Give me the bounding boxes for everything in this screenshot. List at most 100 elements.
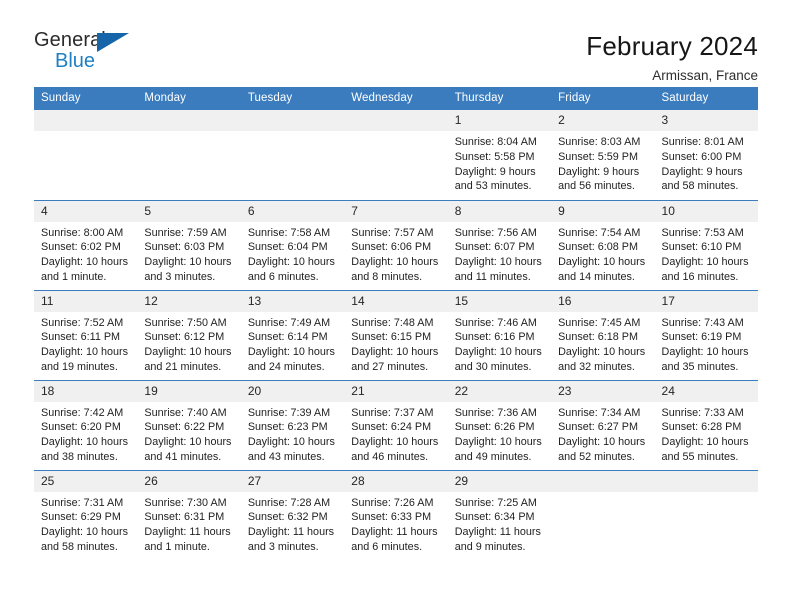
calendar-empty-cell	[551, 469, 655, 560]
day-details: Sunrise: 7:36 AM Sunset: 6:26 PM Daylight:…	[448, 402, 551, 465]
daylight-duration-line1: Daylight: 10 hours	[351, 346, 439, 359]
sunrise-time: Sunrise: 7:59 AM	[144, 226, 227, 239]
calendar-day-cell[interactable]: 12 Sunrise: 7:50 AM Sunset: 6:12 PM Dayligh…	[137, 289, 241, 380]
day-number: 5	[137, 200, 241, 222]
calendar-day-cell[interactable]: 19 Sunrise: 7:40 AM Sunset: 6:22 PM Dayligh…	[137, 379, 241, 470]
daylight-duration-line1: Daylight: 10 hours	[454, 436, 542, 449]
sunset-time: Sunset: 6:24 PM	[351, 421, 432, 434]
calendar-week-row: 18 Sunrise: 7:42 AM Sunset: 6:20 PM Dayligh…	[34, 379, 758, 470]
daylight-duration-line1: Daylight: 9 hours	[661, 165, 743, 178]
day-details: Sunrise: 8:00 AM Sunset: 6:02 PM Daylight:…	[34, 222, 137, 285]
calendar-day-cell[interactable]: 26 Sunrise: 7:30 AM Sunset: 6:31 PM Dayligh…	[137, 469, 241, 560]
calendar-header-row: Sunday Monday Tuesday Wednesday Thursday Frid…	[34, 87, 758, 110]
daylight-duration-line2: and 46 minutes.	[351, 450, 429, 463]
calendar-day-cell[interactable]: 18 Sunrise: 7:42 AM Sunset: 6:20 PM Dayligh…	[34, 379, 138, 470]
calendar-day-cell[interactable]: 14 Sunrise: 7:48 AM Sunset: 6:15 PM Dayligh…	[344, 289, 448, 380]
calendar-day-cell[interactable]: 20 Sunrise: 7:39 AM Sunset: 6:23 PM Dayligh…	[240, 379, 345, 470]
daylight-duration-line1: Daylight: 10 hours	[558, 256, 646, 269]
daylight-duration-line2: and 19 minutes.	[41, 360, 118, 373]
calendar-day-cell[interactable]: 7 Sunrise: 7:57 AM Sunset: 6:06 PM Daylight…	[344, 199, 448, 290]
title-block: February 2024 Armissan, France	[586, 30, 758, 83]
day-details: Sunrise: 7:48 AM Sunset: 6:15 PM Daylight:…	[344, 312, 447, 375]
daylight-duration-line2: and 6 minutes.	[247, 270, 319, 283]
daylight-duration-line1: Daylight: 10 hours	[351, 256, 439, 269]
calendar-day-cell[interactable]: 16 Sunrise: 7:45 AM Sunset: 6:18 PM Dayligh…	[551, 289, 655, 380]
calendar-day-cell[interactable]: 1 Sunrise: 8:04 AM Sunset: 5:58 PM Daylight…	[447, 110, 552, 200]
daylight-duration-line2: and 53 minutes.	[454, 180, 532, 193]
sunset-time: Sunset: 6:33 PM	[351, 511, 432, 524]
day-number	[551, 470, 655, 492]
sunrise-time: Sunrise: 8:00 AM	[41, 226, 124, 239]
day-number: 26	[137, 470, 241, 492]
day-details: Sunrise: 7:49 AM Sunset: 6:14 PM Daylight:…	[241, 312, 344, 375]
calendar-day-cell[interactable]: 3 Sunrise: 8:01 AM Sunset: 6:00 PM Daylight…	[654, 110, 758, 200]
calendar-day-cell[interactable]: 9 Sunrise: 7:54 AM Sunset: 6:08 PM Daylight…	[551, 199, 655, 290]
calendar-empty-cell	[344, 110, 448, 200]
calendar-day-cell[interactable]: 8 Sunrise: 7:56 AM Sunset: 6:07 PM Daylight…	[447, 199, 552, 290]
calendar-day-cell[interactable]: 6 Sunrise: 7:58 AM Sunset: 6:04 PM Daylight…	[240, 199, 345, 290]
day-details: Sunrise: 7:43 AM Sunset: 6:19 PM Daylight:…	[655, 312, 758, 375]
calendar-empty-cell	[240, 110, 345, 200]
daylight-duration-line1: Daylight: 10 hours	[454, 256, 542, 269]
sunrise-time: Sunrise: 7:36 AM	[454, 406, 537, 419]
sunset-time: Sunset: 6:19 PM	[661, 331, 742, 344]
daylight-duration-line2: and 49 minutes.	[454, 450, 532, 463]
daylight-duration-line2: and 9 minutes.	[454, 540, 526, 553]
calendar-column-header-saturday: Saturday	[654, 87, 758, 110]
day-details: Sunrise: 8:01 AM Sunset: 6:00 PM Daylight:…	[655, 131, 758, 194]
daylight-duration-line1: Daylight: 11 hours	[351, 526, 438, 539]
sunset-time: Sunset: 6:23 PM	[247, 421, 328, 434]
calendar-day-cell[interactable]: 15 Sunrise: 7:46 AM Sunset: 6:16 PM Dayligh…	[447, 289, 552, 380]
sunset-time: Sunset: 6:12 PM	[144, 331, 225, 344]
daylight-duration-line1: Daylight: 10 hours	[661, 346, 749, 359]
calendar-day-cell[interactable]: 24 Sunrise: 7:33 AM Sunset: 6:28 PM Dayligh…	[654, 379, 758, 470]
sunrise-time: Sunrise: 7:48 AM	[351, 316, 434, 329]
calendar-day-cell[interactable]: 21 Sunrise: 7:37 AM Sunset: 6:24 PM Dayligh…	[344, 379, 448, 470]
sunset-time: Sunset: 6:18 PM	[558, 331, 638, 344]
daylight-duration-line1: Daylight: 10 hours	[558, 436, 646, 449]
sunrise-time: Sunrise: 7:56 AM	[454, 226, 537, 239]
daylight-duration-line1: Daylight: 10 hours	[41, 526, 129, 539]
day-details: Sunrise: 7:46 AM Sunset: 6:16 PM Daylight:…	[448, 312, 551, 375]
daylight-duration-line2: and 58 minutes.	[41, 540, 118, 553]
calendar-empty-cell	[137, 110, 241, 200]
calendar-day-cell[interactable]: 29 Sunrise: 7:25 AM Sunset: 6:34 PM Dayligh…	[447, 469, 552, 560]
day-number: 14	[344, 290, 448, 312]
day-number	[240, 110, 345, 131]
sunrise-time: Sunrise: 7:50 AM	[144, 316, 227, 329]
calendar-day-cell[interactable]: 23 Sunrise: 7:34 AM Sunset: 6:27 PM Dayligh…	[551, 379, 655, 470]
calendar-day-cell[interactable]: 28 Sunrise: 7:26 AM Sunset: 6:33 PM Dayligh…	[344, 469, 448, 560]
calendar-day-cell[interactable]: 11 Sunrise: 7:52 AM Sunset: 6:11 PM Dayligh…	[34, 289, 138, 380]
sunset-time: Sunset: 6:00 PM	[661, 150, 742, 163]
calendar-day-cell[interactable]: 22 Sunrise: 7:36 AM Sunset: 6:26 PM Dayligh…	[447, 379, 552, 470]
daylight-duration-line1: Daylight: 10 hours	[558, 346, 646, 359]
day-number: 21	[344, 380, 448, 402]
calendar-day-cell[interactable]: 4 Sunrise: 8:00 AM Sunset: 6:02 PM Daylight…	[34, 199, 138, 290]
sunset-time: Sunset: 6:20 PM	[41, 421, 121, 434]
calendar-day-cell[interactable]: 2 Sunrise: 8:03 AM Sunset: 5:59 PM Daylight…	[551, 110, 655, 200]
day-number: 1	[447, 110, 552, 131]
calendar-day-cell[interactable]: 5 Sunrise: 7:59 AM Sunset: 6:03 PM Daylight…	[137, 199, 241, 290]
sunset-time: Sunset: 6:34 PM	[454, 511, 535, 524]
sunrise-time: Sunrise: 7:30 AM	[144, 496, 227, 509]
general-blue-logo[interactable]: General Blue	[34, 30, 139, 74]
daylight-duration-line2: and 30 minutes.	[454, 360, 532, 373]
sunset-time: Sunset: 6:31 PM	[144, 511, 225, 524]
calendar-day-cell[interactable]: 10 Sunrise: 7:53 AM Sunset: 6:10 PM Dayligh…	[654, 199, 758, 290]
day-details: Sunrise: 7:26 AM Sunset: 6:33 PM Daylight:…	[344, 492, 447, 555]
calendar-day-cell[interactable]: 25 Sunrise: 7:31 AM Sunset: 6:29 PM Dayligh…	[34, 469, 138, 560]
day-number: 25	[34, 470, 138, 492]
daylight-duration-line2: and 27 minutes.	[351, 360, 429, 373]
triangle-icon	[97, 33, 129, 52]
calendar-day-cell[interactable]: 13 Sunrise: 7:49 AM Sunset: 6:14 PM Dayligh…	[240, 289, 345, 380]
day-number: 22	[447, 380, 552, 402]
day-number: 28	[344, 470, 448, 492]
day-number: 13	[240, 290, 345, 312]
daylight-duration-line2: and 52 minutes.	[558, 450, 635, 463]
sunset-time: Sunset: 6:16 PM	[454, 331, 535, 344]
day-number: 15	[447, 290, 552, 312]
calendar-day-cell[interactable]: 17 Sunrise: 7:43 AM Sunset: 6:19 PM Dayligh…	[654, 289, 758, 380]
day-details: Sunrise: 7:58 AM Sunset: 6:04 PM Daylight:…	[241, 222, 344, 285]
sunset-time: Sunset: 6:04 PM	[247, 241, 328, 254]
calendar-day-cell[interactable]: 27 Sunrise: 7:28 AM Sunset: 6:32 PM Dayligh…	[240, 469, 345, 560]
